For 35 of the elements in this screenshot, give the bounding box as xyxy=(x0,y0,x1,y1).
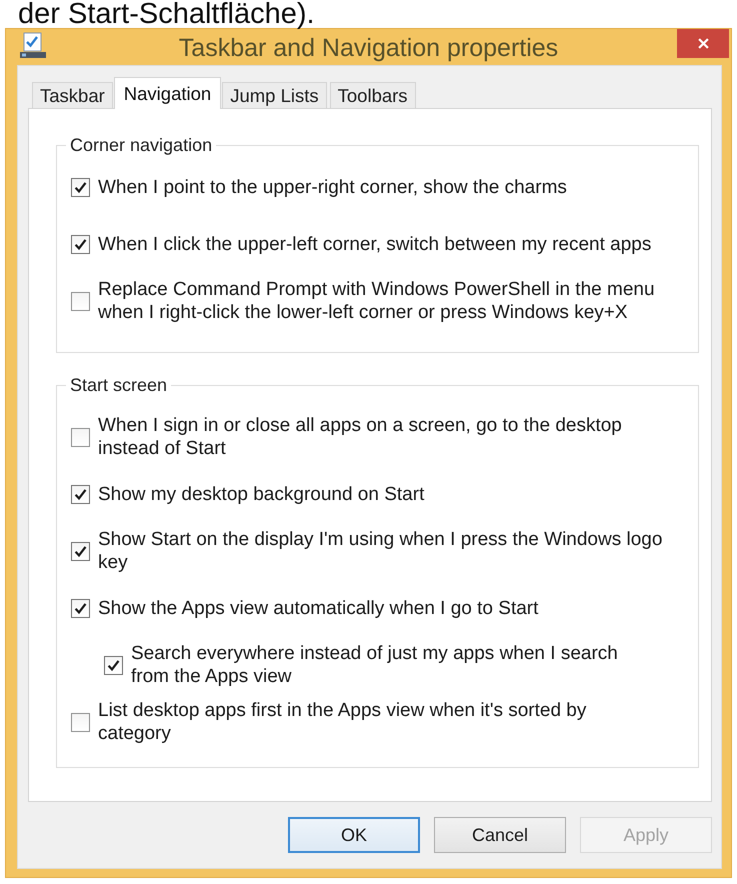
option-label: When I point to the upper-right corner, show the charms xyxy=(98,176,567,198)
window-checkmark-icon xyxy=(19,32,47,59)
window-title: Taskbar and Navigation properties xyxy=(178,34,558,62)
option-label: Show the Apps view automatically when I go to Start xyxy=(98,596,538,620)
dialog-button[interactable]: OK xyxy=(288,817,420,853)
checkbox[interactable] xyxy=(71,542,90,560)
tab[interactable]: Jump Lists xyxy=(222,82,327,108)
checkmark-icon xyxy=(74,238,87,250)
option-label: When I sign in or close all apps on a screen, go to the desktop instead of Start xyxy=(98,414,623,460)
checkmark-icon xyxy=(107,658,120,672)
option-label: When I click the upper-left corner, switch between my recent apps xyxy=(98,232,652,256)
checkbox[interactable] xyxy=(71,712,90,732)
checkbox[interactable] xyxy=(71,428,90,446)
checkbox[interactable] xyxy=(71,484,90,504)
checkmark-icon xyxy=(74,488,87,500)
close-button[interactable] xyxy=(677,29,729,58)
close-icon xyxy=(698,38,708,49)
checkmark-icon xyxy=(74,544,87,558)
tab[interactable]: Taskbar xyxy=(32,82,113,108)
option-label: Show Start on the display I'm using when I press the Windows logo key xyxy=(98,528,663,574)
option-label: Show my desktop background on Start xyxy=(98,482,424,506)
checkmark-icon xyxy=(74,180,87,194)
option-label: List desktop apps first in the Apps view when it's sorted by category xyxy=(98,699,588,745)
checkmark-icon xyxy=(74,602,87,614)
checkbox[interactable] xyxy=(71,178,90,196)
option-label: Replace Command Prompt with Windows PowerShell in the menu when I right-click the lower-left corner or press Windows key+X xyxy=(98,278,656,324)
checkbox[interactable] xyxy=(104,656,123,674)
dialog-button[interactable]: Cancel xyxy=(434,817,566,853)
tab[interactable]: Navigation xyxy=(114,77,222,109)
tab[interactable]: Toolbars xyxy=(330,82,416,108)
checkbox[interactable] xyxy=(71,292,90,310)
checkbox[interactable] xyxy=(71,234,90,254)
checkbox[interactable] xyxy=(71,598,90,618)
option-label: Search everywhere instead of just my apps when I search from the Apps view xyxy=(131,642,619,688)
caption-text: der Start-Schaltfläche). xyxy=(17,0,316,28)
